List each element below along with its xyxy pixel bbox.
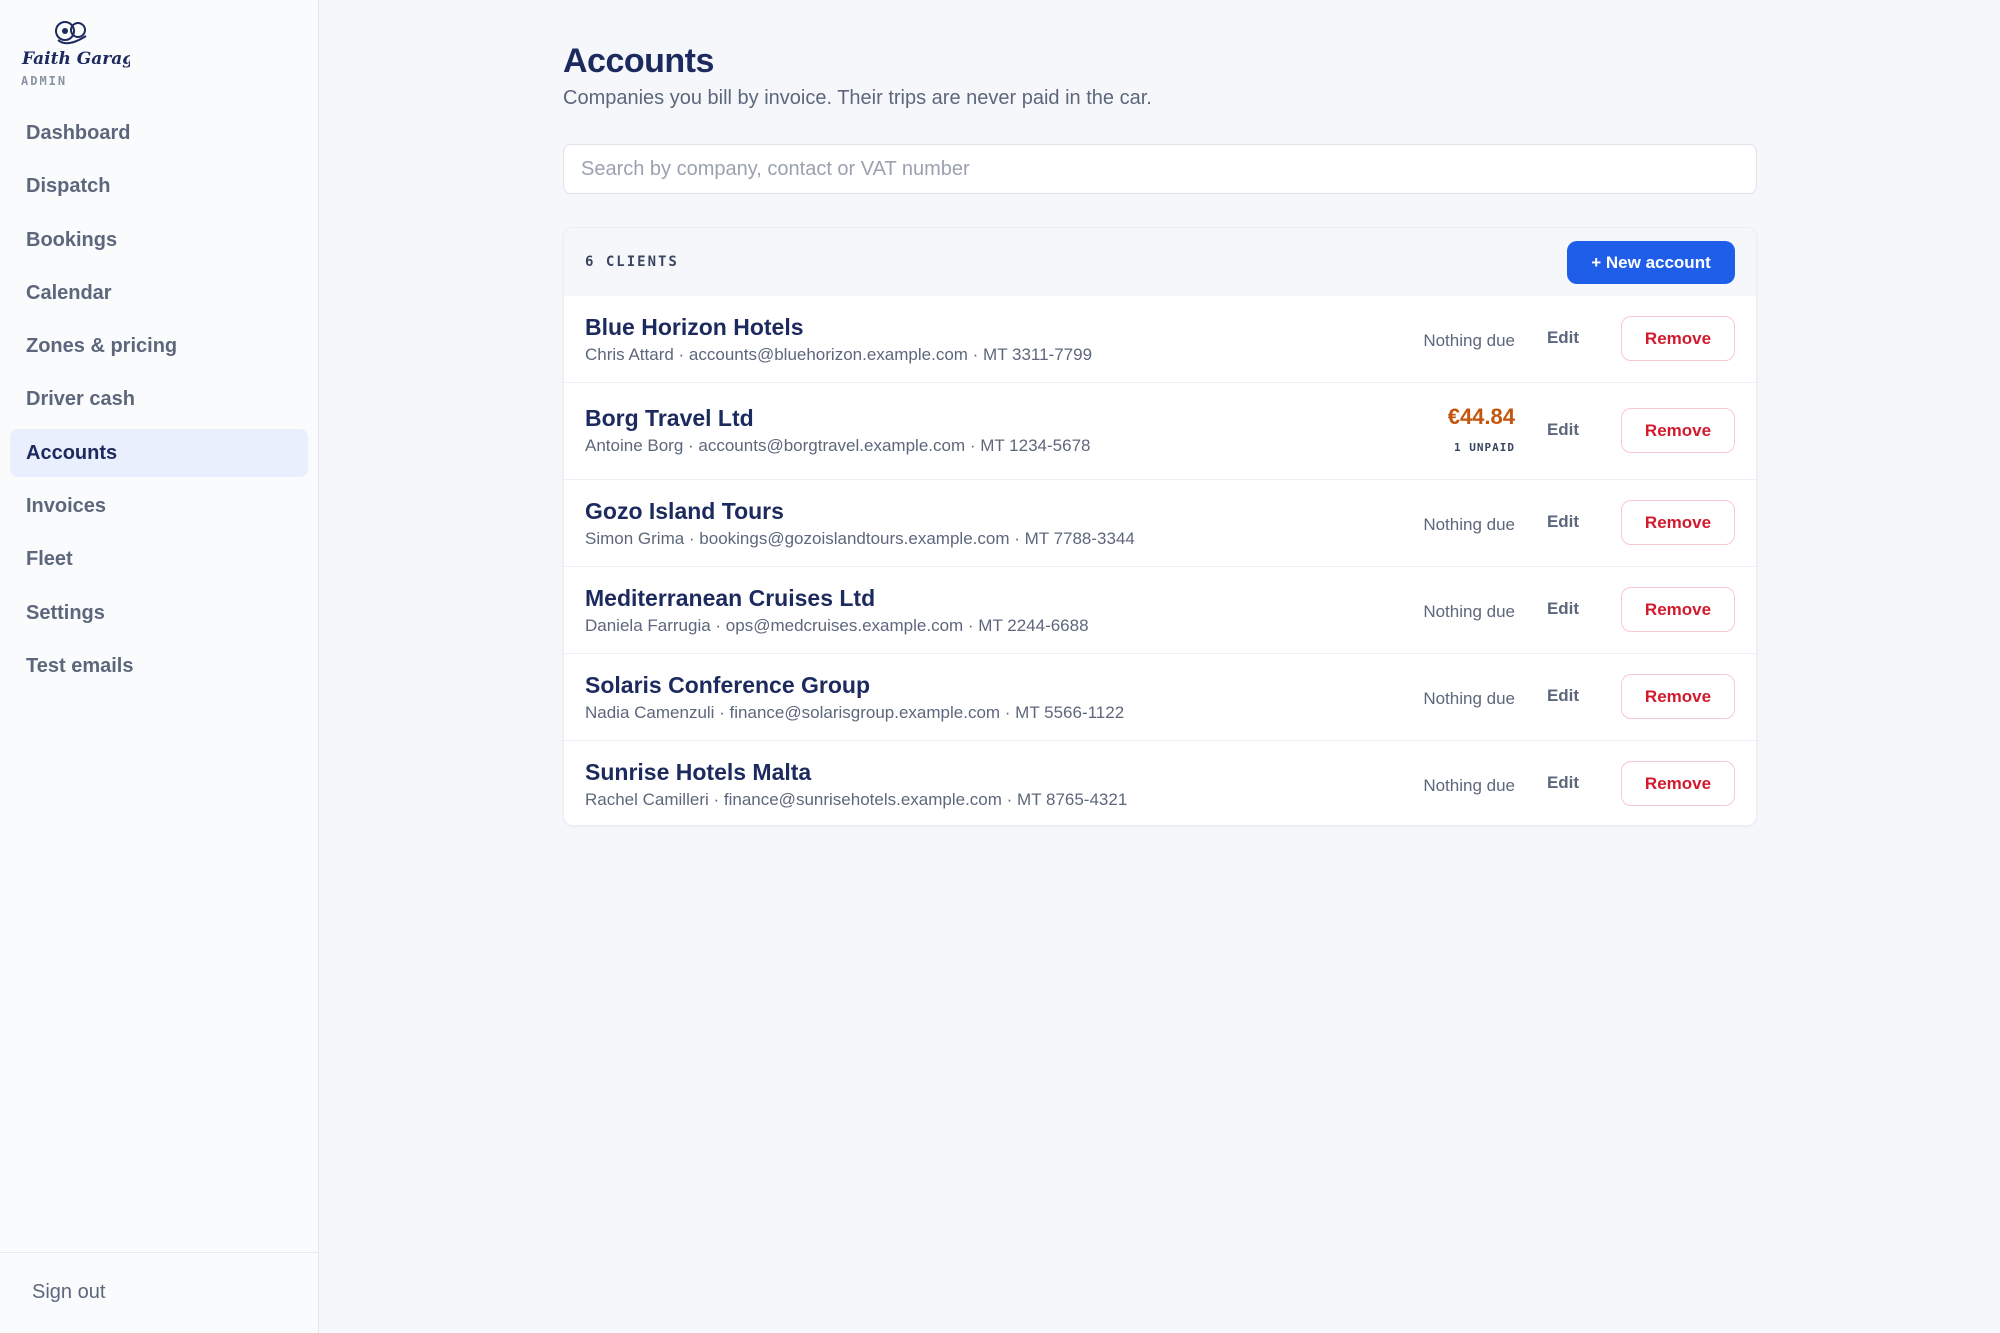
company-details: Chris Attard · accounts@bluehorizon.exam…: [585, 345, 1093, 364]
account-row[interactable]: Gozo Island Tours Simon Grima · bookings…: [564, 480, 1756, 567]
balance-status: Nothing due: [1423, 689, 1515, 708]
account-row[interactable]: Blue Horizon Hotels Chris Attard · accou…: [564, 296, 1756, 383]
remove-button[interactable]: Remove: [1621, 316, 1735, 361]
sidebar-item-test-emails[interactable]: Test emails: [10, 642, 308, 690]
app-logo[interactable]: Faith Garage ADMIN: [20, 18, 130, 88]
account-row[interactable]: Solaris Conference Group Nadia Camenzuli…: [564, 654, 1756, 741]
company-details: Daniela Farrugia · ops@medcruises.exampl…: [585, 616, 1089, 635]
sidebar-item-driver-cash[interactable]: Driver cash: [10, 375, 308, 423]
company-name[interactable]: Solaris Conference Group: [585, 672, 870, 699]
balance-status: Nothing due: [1423, 331, 1515, 350]
edit-button[interactable]: Edit: [1533, 420, 1593, 444]
balance-status: Nothing due: [1423, 602, 1515, 621]
company-name[interactable]: Borg Travel Ltd: [585, 405, 754, 432]
company-name[interactable]: Blue Horizon Hotels: [585, 314, 804, 341]
admin-label: ADMIN: [21, 74, 68, 88]
edit-button[interactable]: Edit: [1533, 773, 1593, 797]
accounts-list: 6 CLIENTS + New account Blue Horizon Hot…: [563, 227, 1757, 826]
sidebar-item-invoices[interactable]: Invoices: [10, 482, 308, 530]
page-title: Accounts: [563, 42, 714, 80]
sidebar-item-dispatch[interactable]: Dispatch: [10, 162, 308, 210]
sidebar-item-settings[interactable]: Settings: [10, 589, 308, 637]
company-details: Rachel Camilleri · finance@sunrisehotels…: [585, 790, 1128, 809]
company-name[interactable]: Mediterranean Cruises Ltd: [585, 585, 875, 612]
edit-button[interactable]: Edit: [1533, 686, 1593, 710]
company-details: Nadia Camenzuli · finance@solarisgroup.e…: [585, 703, 1125, 722]
sidebar-footer: Sign out: [0, 1252, 319, 1333]
account-row[interactable]: Mediterranean Cruises Ltd Daniela Farrug…: [564, 567, 1756, 654]
logo-mark: Faith Garage: [21, 21, 130, 69]
remove-button[interactable]: Remove: [1621, 500, 1735, 545]
logo-wordmark: Faith Garage: [21, 49, 130, 69]
unpaid-count: 1 UNPAID: [1454, 441, 1515, 454]
sidebar-item-calendar[interactable]: Calendar: [10, 269, 308, 317]
account-row[interactable]: Borg Travel Ltd Antoine Borg · accounts@…: [564, 383, 1756, 480]
balance-status: Nothing due: [1423, 776, 1515, 795]
company-details: Antoine Borg · accounts@borgtravel.examp…: [585, 436, 1091, 455]
sidebar-item-bookings[interactable]: Bookings: [10, 216, 308, 264]
company-name[interactable]: Sunrise Hotels Malta: [585, 759, 811, 786]
edit-button[interactable]: Edit: [1533, 512, 1593, 536]
remove-button[interactable]: Remove: [1621, 761, 1735, 806]
edit-button[interactable]: Edit: [1533, 599, 1593, 623]
sidebar-item-zones-pricing[interactable]: Zones & pricing: [10, 322, 308, 370]
page-subtitle: Companies you bill by invoice. Their tri…: [563, 87, 1152, 109]
sidebar-item-accounts[interactable]: Accounts: [10, 428, 308, 477]
client-count: 6 CLIENTS: [585, 254, 679, 270]
remove-button[interactable]: Remove: [1621, 587, 1735, 632]
sign-out-link[interactable]: Sign out: [32, 1281, 105, 1304]
sidebar: Faith Garage ADMIN Dashboard Dispatch Bo…: [0, 0, 319, 1333]
new-account-button[interactable]: + New account: [1567, 241, 1735, 284]
sidebar-item-fleet[interactable]: Fleet: [10, 535, 308, 583]
company-details: Simon Grima · bookings@gozoislandtours.e…: [585, 529, 1135, 548]
amount-due: €44.84: [1447, 404, 1515, 429]
sidebar-nav: Dashboard Dispatch Bookings Calendar Zon…: [10, 109, 308, 695]
company-name[interactable]: Gozo Island Tours: [585, 498, 784, 525]
sidebar-item-dashboard[interactable]: Dashboard: [10, 109, 308, 157]
remove-button[interactable]: Remove: [1621, 408, 1735, 453]
account-row[interactable]: Sunrise Hotels Malta Rachel Camilleri · …: [564, 741, 1756, 825]
remove-button[interactable]: Remove: [1621, 674, 1735, 719]
edit-button[interactable]: Edit: [1533, 328, 1593, 352]
balance-status: Nothing due: [1423, 515, 1515, 534]
list-header: 6 CLIENTS + New account: [564, 228, 1756, 296]
search-input[interactable]: [563, 144, 1757, 194]
